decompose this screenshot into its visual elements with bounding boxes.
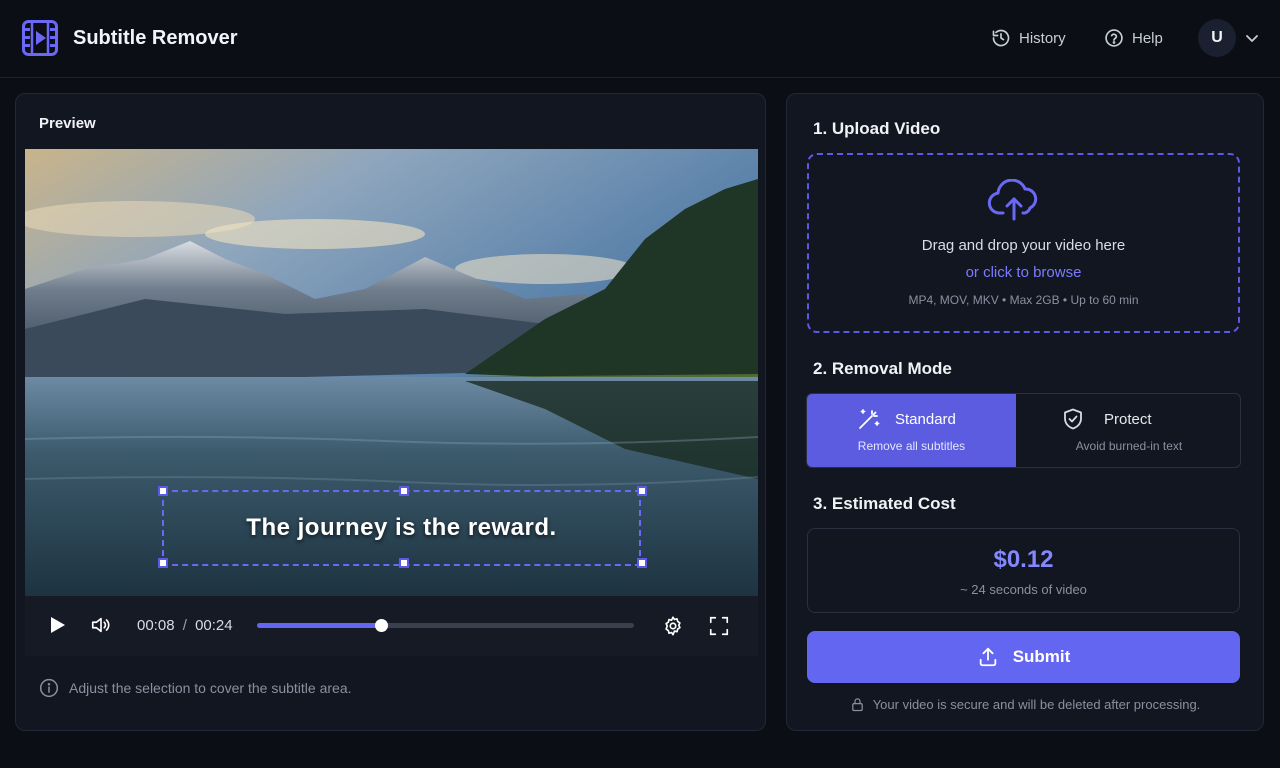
magic-wand-icon [859, 409, 880, 429]
volume-icon[interactable] [90, 614, 112, 636]
current-time: 00:08 [137, 617, 175, 634]
progress-thumb[interactable] [375, 619, 389, 632]
mode-section-title: 2. Removal Mode [813, 359, 952, 378]
browse-link[interactable]: or click to browse [809, 264, 1238, 281]
subtitle-selection-box[interactable]: The journey is the reward. [158, 486, 647, 568]
history-label: History [1019, 29, 1066, 47]
preview-title: Preview [39, 115, 96, 132]
shield-icon [1064, 408, 1082, 430]
upload-section-title: 1. Upload Video [813, 119, 941, 138]
video-player[interactable]: The journey is the reward. [25, 149, 758, 596]
estimated-cost-box: $0.12 ~ 24 seconds of video [807, 528, 1240, 613]
film-logo-icon [22, 20, 58, 56]
resize-handle-top-left[interactable] [158, 486, 168, 496]
chevron-down-icon[interactable] [1244, 30, 1260, 46]
help-icon [1105, 29, 1123, 47]
resize-handle-bottom-left[interactable] [158, 558, 168, 568]
supported-formats: MP4, MOV, MKV • Max 2GB • Up to 60 min [908, 293, 1139, 307]
submit-button[interactable]: Submit [807, 631, 1240, 683]
mode-standard-option[interactable]: Standard Remove all subtitles [807, 394, 1016, 467]
cloud-upload-icon [987, 179, 1038, 221]
selection-hint: Adjust the selection to cover the subtit… [39, 678, 352, 698]
mode-standard-label: Standard [895, 411, 956, 428]
cost-section-title: 3. Estimated Cost [813, 494, 956, 513]
progress-slider[interactable] [257, 619, 634, 632]
help-label: Help [1132, 29, 1163, 47]
resize-handle-bottom[interactable] [399, 558, 409, 568]
removal-mode-toggle: Standard Remove all subtitles Protect Av… [806, 393, 1241, 468]
settings-panel: 1. Upload Video Drag and drop your video… [786, 93, 1264, 731]
history-icon [992, 29, 1010, 47]
subtitle-text: The journey is the reward. [246, 514, 557, 541]
lock-icon [851, 698, 863, 712]
app-title: Subtitle Remover [73, 27, 238, 49]
resize-handle-top[interactable] [399, 486, 409, 496]
history-button[interactable]: History [991, 28, 1066, 48]
mode-protect-option[interactable]: Protect Avoid burned-in text [1016, 394, 1240, 467]
info-icon [39, 678, 59, 698]
cost-value: $0.12 [993, 546, 1054, 573]
video-controls: 00:08 / 00:24 [25, 596, 758, 656]
fullscreen-icon[interactable] [708, 615, 730, 637]
dropzone-text: Drag and drop your video here [921, 237, 1126, 254]
security-note: Your video is secure and will be deleted… [787, 697, 1263, 712]
hint-text: Adjust the selection to cover the subtit… [69, 680, 352, 696]
play-icon[interactable] [46, 614, 68, 636]
app-header: Subtitle Remover History Help U [0, 0, 1280, 78]
avatar[interactable]: U [1198, 19, 1236, 57]
settings-gear-icon[interactable] [662, 615, 684, 637]
help-button[interactable]: Help [1104, 28, 1163, 48]
upload-icon [979, 647, 996, 667]
mode-standard-desc: Remove all subtitles [857, 439, 966, 453]
submit-label: Submit [1012, 647, 1071, 666]
time-display: 00:08 / 00:24 [137, 617, 233, 634]
security-note-text: Your video is secure and will be deleted… [872, 697, 1201, 712]
upload-dropzone[interactable]: Drag and drop your video here or click t… [807, 153, 1240, 333]
preview-panel: Preview The journey is the reward. 00:08… [15, 93, 766, 731]
resize-handle-bottom-right[interactable] [637, 558, 647, 568]
total-time: 00:24 [195, 617, 233, 634]
mode-protect-label: Protect [1104, 411, 1152, 428]
resize-handle-top-right[interactable] [637, 486, 647, 496]
progress-fill [257, 623, 382, 628]
time-separator: / [182, 617, 187, 634]
cost-duration: ~ 24 seconds of video [960, 582, 1087, 597]
mode-protect-desc: Avoid burned-in text [1075, 439, 1183, 453]
